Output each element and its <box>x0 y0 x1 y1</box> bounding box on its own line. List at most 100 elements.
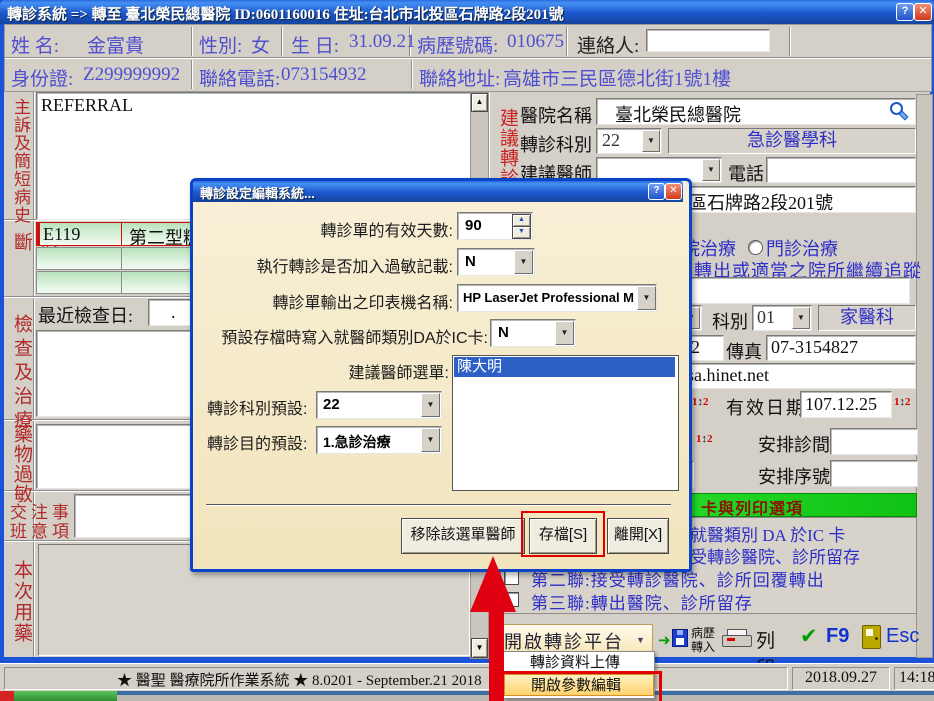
email-fragment: sa.hinet.net <box>687 365 769 386</box>
dept2-combo[interactable]: 01 ▼ <box>752 305 812 331</box>
floppy-disk-icon <box>672 629 688 647</box>
allergy-flag-value: N <box>465 253 476 270</box>
status-bar: ★ 醫聖 醫療院所作業系統 ★ 8.0201 - September.21 20… <box>0 663 934 692</box>
menu-item-highlight <box>496 671 662 701</box>
esc-label: Esc <box>886 625 919 648</box>
patient-id-value: Z299999992 <box>83 64 180 86</box>
taskbar-strip <box>0 691 934 701</box>
window-help-button[interactable]: ? <box>896 3 914 21</box>
chevron-down-icon[interactable]: ▼ <box>642 130 660 152</box>
right-panel-scrollbar[interactable] <box>916 94 933 658</box>
patient-contact-label: 連絡人: <box>577 31 639 58</box>
valid-days-spinner[interactable]: 90 ▲ ▼ <box>457 212 533 240</box>
doctor-listbox[interactable]: 陳大明 <box>452 355 679 491</box>
room-input[interactable] <box>830 428 918 455</box>
chevron-down-icon[interactable]: ▼ <box>792 307 810 329</box>
patient-id-label: 身份證: <box>11 64 73 91</box>
recent-exam-label: 最近檢查日: <box>38 302 133 328</box>
annotation-arrow-shaft <box>489 608 504 701</box>
chevron-down-icon[interactable]: ▼ <box>514 250 533 274</box>
save-button-highlight <box>521 511 605 557</box>
status-cell-time: 14:18 <box>894 667 934 690</box>
tel-input[interactable] <box>766 157 916 183</box>
referral-dept-name-box: 急診醫學科 <box>668 128 916 154</box>
sidebar-label-medication: 本次用藥 <box>8 560 35 646</box>
check-icon: ✔ <box>800 624 818 649</box>
dept-default-label: 轉診科別預設: <box>207 395 313 419</box>
app-window: 轉診系統 => 轉至 臺北榮民總醫院 ID:0601160016 住址:台北市北… <box>0 0 934 701</box>
purpose-default-combo[interactable]: 1.急診治療 ▼ <box>316 426 442 454</box>
ic-card-combo[interactable]: N ▼ <box>490 319 576 347</box>
valid-date-input[interactable]: 107.12.25 <box>800 391 892 418</box>
patient-contact-input[interactable] <box>646 29 770 52</box>
valid-date-value: 107.12.25 <box>805 394 877 415</box>
diagnosis-code: E119 <box>43 224 80 245</box>
patient-name-value: 金富貴 <box>87 31 144 58</box>
dialog-help-button[interactable]: ? <box>648 183 665 200</box>
window-border-left <box>0 0 4 663</box>
window-close-button[interactable]: ✕ <box>914 3 932 21</box>
status-cell-app: ★ 醫聖 醫療院所作業系統 ★ 8.0201 - September.21 20… <box>4 667 788 690</box>
sidebar-label-complaint: 主訴及簡短病史 <box>8 98 33 224</box>
patient-birth-value: 31.09.21 <box>349 31 416 53</box>
seq-label: 安排序號 <box>758 463 830 489</box>
remove-doctor-button[interactable]: 移除該選單醫師 <box>401 518 525 554</box>
patient-address-value: 高雄市三民區德北街1號1樓 <box>503 64 731 91</box>
ic-card-label: 預設存檔時寫入就醫師類別DA於IC卡: <box>208 324 488 348</box>
hospital-input[interactable]: 臺北榮民總醫院 <box>596 98 916 125</box>
esc-exit-button[interactable]: Esc <box>862 622 928 656</box>
sidebar-label-exam: 檢查及治療 <box>8 314 35 438</box>
patient-header: 姓 名: 金富貴 性別: 女 生 日: 31.09.21 病歷號碼: 01067… <box>4 24 932 92</box>
dept-default-combo[interactable]: 22 ▼ <box>316 391 442 419</box>
scroll-down-button[interactable]: ▼ <box>471 638 488 658</box>
import-record-label-2: 轉入 <box>691 638 715 655</box>
exit-button-label: 離開[X] <box>614 526 662 543</box>
radio-outpatient[interactable] <box>748 240 763 255</box>
dept2-name: 家醫科 <box>840 307 894 327</box>
valid-date-label: 有效日期 <box>726 394 806 420</box>
allergy-flag-combo[interactable]: N ▼ <box>457 248 535 276</box>
sidebar-label-allergy: 藥物過敏 <box>8 424 35 506</box>
settings-dialog: 轉診設定編輯系統... ? ✕ 轉診單的有效天數: 90 ▲ ▼ 執行轉診是否加… <box>190 178 692 572</box>
date-sort-icon[interactable]: 1↕2 <box>894 396 911 408</box>
hospital-phone-fragment: 2 <box>691 337 700 358</box>
exit-button[interactable]: 離開[X] <box>607 518 669 554</box>
fax-input[interactable]: 07-3154827 <box>766 335 916 361</box>
patient-chart-label: 病歷號碼: <box>417 31 498 58</box>
date-sort-icon[interactable]: 1↕2 <box>692 396 709 408</box>
dialog-close-button[interactable]: ✕ <box>665 183 682 200</box>
print-option-fragment-2: 受轉診醫院、診所留存 <box>690 543 860 568</box>
patient-phone-value: 073154932 <box>281 64 367 86</box>
dept-default-value: 22 <box>323 396 340 413</box>
import-record-button[interactable]: ➜ 病歷 轉入 <box>658 623 716 657</box>
search-icon[interactable] <box>890 102 903 115</box>
chevron-down-icon[interactable]: ▼ <box>421 393 440 417</box>
seq-input[interactable] <box>830 460 918 487</box>
printer-value: HP LaserJet Professional M <box>463 290 635 305</box>
chevron-down-icon[interactable]: ▼ <box>555 321 574 345</box>
fax-label: 傳真 <box>726 338 762 364</box>
chevron-down-icon: ▼ <box>636 635 645 645</box>
chevron-down-icon[interactable]: ▼ <box>637 286 656 310</box>
referral-dept-combo[interactable]: 22 ▼ <box>596 128 662 154</box>
chevron-down-icon[interactable]: ▼ <box>421 428 440 452</box>
status-date: 2018.09.27 <box>805 669 877 686</box>
spinner-down-icon[interactable]: ▼ <box>512 226 531 239</box>
print-button[interactable]: 列印 <box>722 623 792 657</box>
status-app-info: ★ 醫聖 醫療院所作業系統 ★ 8.0201 - September.21 20… <box>117 669 482 690</box>
doctor-list-item-selected[interactable]: 陳大明 <box>454 357 675 377</box>
purpose-default-value: 1.急診治療 <box>323 432 391 452</box>
referral-dept-label: 轉診科別 <box>520 131 592 157</box>
date-sort-icon[interactable]: 1↕2 <box>696 433 713 445</box>
purpose-default-label: 轉診目的預設: <box>207 430 313 454</box>
patient-chart-value: 010675 <box>507 31 564 53</box>
f9-label: F9 <box>826 625 849 648</box>
sidebar-label-handover-2: 班意項 <box>10 517 73 542</box>
scroll-up-button[interactable]: ▲ <box>471 93 488 112</box>
patient-gender-value: 女 <box>251 31 270 58</box>
printer-combo[interactable]: HP LaserJet Professional M ▼ <box>457 284 657 312</box>
f9-confirm-button[interactable]: ✔ F9 <box>800 622 858 656</box>
chevron-down-icon[interactable]: ▼ <box>702 159 720 181</box>
dialog-title-bar[interactable]: 轉診設定編輯系統... ? ✕ <box>193 181 683 202</box>
referral-dept-name: 急診醫學科 <box>747 130 837 150</box>
